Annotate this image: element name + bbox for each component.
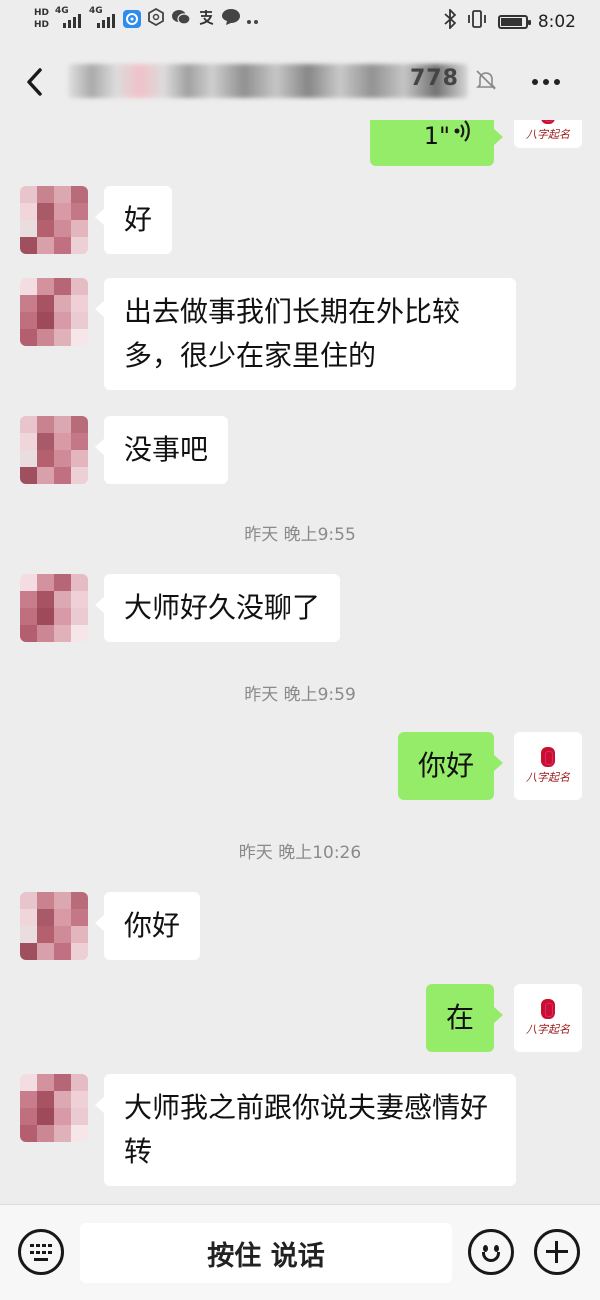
incoming-message-bubble[interactable]: 好 bbox=[94, 186, 173, 254]
contact-avatar[interactable] bbox=[20, 892, 88, 960]
incoming-message-bubble[interactable]: 没事吧 bbox=[94, 416, 229, 484]
outgoing-message-bubble[interactable]: 在 bbox=[425, 984, 504, 1052]
mute-bell-icon bbox=[474, 68, 498, 92]
hd-indicators: HD HD bbox=[34, 8, 49, 30]
status-right: 8:02 bbox=[444, 7, 576, 34]
battery-icon bbox=[497, 14, 531, 29]
status-left: HD HD 4G 4G bbox=[34, 6, 259, 32]
my-avatar[interactable]: 八字起名 bbox=[514, 120, 582, 148]
incoming-message-bubble[interactable]: 出去做事我们长期在外比较多，很少在家里住的 bbox=[95, 278, 516, 390]
contact-avatar[interactable] bbox=[20, 416, 88, 484]
my-avatar[interactable]: 八字起名 bbox=[514, 984, 582, 1052]
message-row: 1" 八字起名 bbox=[0, 120, 600, 166]
contact-avatar[interactable] bbox=[20, 186, 88, 254]
chat-title-bar: 778 bbox=[0, 44, 600, 120]
voice-message-bubble[interactable]: 1" bbox=[370, 120, 503, 166]
wechat-icon bbox=[171, 8, 191, 30]
voice-duration: 1" bbox=[423, 122, 450, 150]
timestamp: 昨天 晚上9:55 bbox=[244, 525, 356, 545]
hold-to-talk-button[interactable]: 按住 说话 bbox=[80, 1223, 452, 1283]
hexagon-app-icon bbox=[147, 7, 165, 30]
contact-avatar[interactable] bbox=[20, 278, 88, 346]
alipay-icon bbox=[197, 8, 215, 30]
outgoing-message-bubble[interactable]: 你好 bbox=[397, 732, 504, 800]
status-bar: HD HD 4G 4G 8:02 bbox=[0, 0, 600, 44]
my-avatar[interactable]: 八字起名 bbox=[514, 732, 582, 800]
more-icon[interactable] bbox=[532, 70, 568, 94]
logo-text: 八字起名 bbox=[526, 771, 570, 784]
contact-avatar[interactable] bbox=[20, 574, 88, 642]
input-bar: 按住 说话 bbox=[0, 1204, 600, 1300]
vibrate-icon bbox=[466, 9, 488, 34]
voice-wave-icon bbox=[454, 120, 472, 158]
contact-name-redacted bbox=[68, 64, 468, 98]
message-icon bbox=[221, 8, 241, 30]
incoming-message-bubble[interactable]: 你好 bbox=[94, 892, 201, 960]
app-notification-icon bbox=[123, 10, 142, 28]
hd-label-1: HD bbox=[34, 8, 50, 18]
signal-icon-1: 4G bbox=[55, 6, 83, 32]
more-notifications-icon bbox=[247, 10, 259, 29]
back-arrow-icon[interactable] bbox=[22, 64, 52, 100]
timestamp: 昨天 晚上9:59 bbox=[244, 685, 356, 705]
incoming-message-bubble[interactable]: 大师我之前跟你说夫妻感情好转 bbox=[95, 1074, 516, 1186]
logo-text: 八字起名 bbox=[526, 128, 570, 141]
bluetooth-icon bbox=[444, 7, 457, 34]
contact-name-tail: 778 bbox=[410, 66, 459, 91]
clock: 8:02 bbox=[537, 11, 576, 32]
timestamp: 昨天 晚上10:26 bbox=[238, 843, 362, 863]
contact-avatar[interactable] bbox=[20, 1074, 88, 1142]
keyboard-icon[interactable] bbox=[18, 1229, 64, 1275]
logo-text: 八字起名 bbox=[526, 1023, 570, 1036]
signal-icon-2: 4G bbox=[89, 6, 117, 32]
message-list[interactable]: 1" 八字起名 好 出去做事我们长期在外比较多，很少在家里住的 没事吧 昨天 晚… bbox=[0, 120, 600, 1204]
hd-label-2: HD bbox=[34, 20, 50, 30]
plus-icon[interactable] bbox=[534, 1229, 580, 1275]
brand-logo: 八字起名 bbox=[526, 747, 570, 785]
emoji-icon[interactable] bbox=[468, 1229, 514, 1275]
brand-logo: 八字起名 bbox=[526, 120, 570, 142]
brand-logo: 八字起名 bbox=[526, 999, 570, 1037]
incoming-message-bubble[interactable]: 大师好久没聊了 bbox=[94, 574, 341, 642]
